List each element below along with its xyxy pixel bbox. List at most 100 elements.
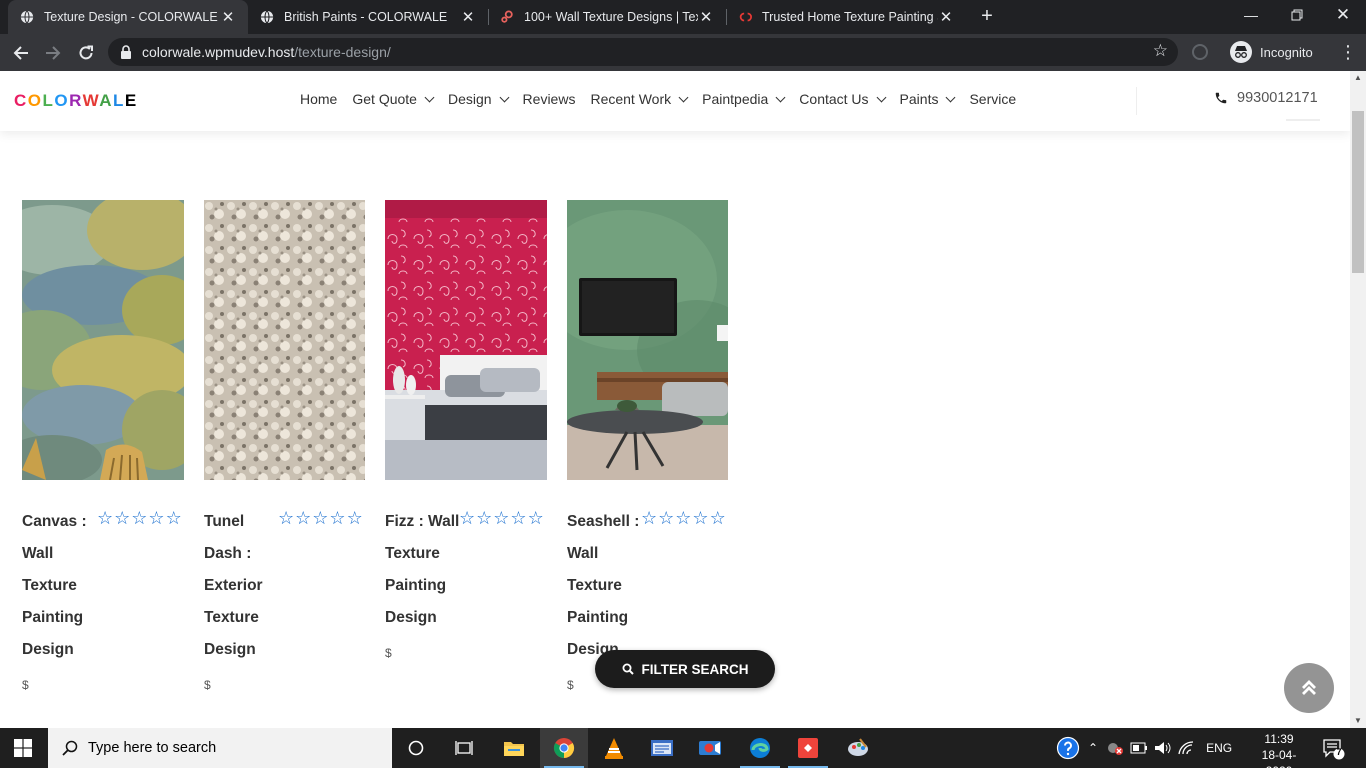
site-logo[interactable]: COLORWALE	[14, 91, 138, 111]
tab-british-paints[interactable]: British Paints - COLORWALE ✕	[248, 0, 488, 34]
file-explorer-button[interactable]	[490, 728, 538, 768]
nav-reviews[interactable]: Reviews	[523, 91, 576, 107]
nav-paintpedia[interactable]: Paintpedia	[702, 91, 786, 107]
back-arrow-icon	[13, 46, 28, 60]
incognito-indicator[interactable]: Incognito	[1230, 39, 1313, 65]
browser-menu-icon[interactable]: ⋮	[1339, 40, 1357, 64]
main-navigation: Home Get Quote Design Reviews Recent Wor…	[300, 91, 1031, 107]
new-tab-button[interactable]: +	[976, 6, 998, 28]
wifi-icon[interactable]	[1178, 741, 1196, 755]
anydesk-taskbar-button[interactable]	[784, 728, 832, 768]
product-image[interactable]	[22, 200, 184, 480]
taskbar-clock[interactable]: 11:39 18-04-2020	[1252, 731, 1306, 768]
product-card: Tunel Dash : Exterior Texture Design ☆ ☆ ☆…	[204, 200, 366, 692]
nav-design[interactable]: Design	[448, 91, 509, 107]
taskbar-search-box[interactable]: Type here to search	[48, 728, 392, 768]
forward-button[interactable]	[40, 40, 66, 66]
help-icon[interactable]	[1056, 736, 1080, 760]
star-icon: ☆	[114, 508, 131, 528]
close-icon[interactable]: ✕	[698, 8, 714, 26]
battery-icon[interactable]	[1130, 742, 1148, 754]
globe-icon	[260, 10, 274, 24]
nav-service[interactable]: Service	[969, 91, 1016, 107]
star-icon: ☆	[641, 508, 658, 528]
paint-taskbar-button[interactable]	[834, 728, 882, 768]
restore-icon	[1291, 9, 1303, 21]
nav-recent-work[interactable]: Recent Work	[590, 91, 689, 107]
video-camera-icon	[699, 741, 721, 755]
title-line: Texture	[204, 609, 259, 626]
filter-search-button[interactable]: FILTER SEARCH	[595, 650, 775, 688]
chrome-icon	[553, 738, 575, 759]
extension-icon[interactable]	[1192, 44, 1208, 60]
star-icon: ☆	[346, 508, 363, 528]
windows-start-icon[interactable]	[14, 739, 32, 757]
tab-texture-design[interactable]: Texture Design - COLORWALE ✕	[8, 0, 248, 34]
edge-taskbar-button[interactable]	[736, 728, 784, 768]
search-icon	[622, 663, 634, 675]
product-title[interactable]: Seashell : Wall Texture Painting Design	[567, 506, 639, 666]
bookmark-star-icon[interactable]: ☆	[1153, 41, 1168, 61]
phone-icon	[1215, 92, 1227, 104]
phone-link[interactable]: 9930012171	[1214, 90, 1318, 106]
nav-paints[interactable]: Paints	[900, 91, 956, 107]
page-scrollbar[interactable]: ▲ ▼	[1350, 71, 1366, 728]
nav-contact-us[interactable]: Contact Us	[799, 91, 886, 107]
star-rating: ☆ ☆ ☆ ☆ ☆	[641, 508, 727, 528]
volume-icon[interactable]	[1154, 741, 1172, 755]
title-line: Painting	[22, 609, 84, 626]
url-text: colorwale.wpmudev.host/texture-design/	[142, 44, 391, 60]
nav-get-quote[interactable]: Get Quote	[352, 91, 435, 107]
scrollbar-thumb[interactable]	[1352, 111, 1364, 273]
vlc-taskbar-button[interactable]	[590, 728, 638, 768]
action-center-button[interactable]: 7	[1322, 738, 1346, 765]
nav-home[interactable]: Home	[300, 91, 337, 107]
title-line: Seashell :	[567, 513, 640, 530]
tab-trusted-home-texture[interactable]: Trusted Home Texture Painting Se ✕	[726, 0, 966, 34]
star-icon: ☆	[131, 508, 148, 528]
product-card: Seashell : Wall Texture Painting Design …	[567, 200, 729, 692]
star-icon: ☆	[312, 508, 329, 528]
scroll-up-arrow-icon[interactable]: ▲	[1350, 71, 1366, 85]
reload-button[interactable]	[73, 40, 99, 66]
scroll-down-arrow-icon[interactable]: ▼	[1350, 714, 1366, 728]
close-icon[interactable]: ✕	[938, 8, 954, 26]
product-image[interactable]	[385, 200, 547, 480]
restore-button[interactable]	[1274, 0, 1320, 30]
logo-letter: O	[54, 91, 70, 110]
back-button[interactable]	[8, 40, 34, 66]
product-title[interactable]: Fizz : Wall Texture Painting Design	[385, 506, 459, 634]
video-app-taskbar-button[interactable]	[686, 728, 734, 768]
app-window-taskbar-button[interactable]	[638, 728, 686, 768]
star-icon: ☆	[165, 508, 182, 528]
search-icon	[62, 740, 78, 756]
product-image[interactable]	[567, 200, 729, 480]
star-icon: ☆	[675, 508, 692, 528]
tunel-dash-texture-image	[204, 200, 365, 480]
anydesk-icon	[798, 738, 818, 758]
browser-toolbar: colorwale.wpmudev.host/texture-design/ ☆…	[0, 34, 1366, 71]
close-window-button[interactable]: ✕	[1320, 0, 1366, 30]
minimize-button[interactable]: —	[1228, 0, 1274, 30]
chrome-taskbar-button[interactable]	[540, 728, 588, 768]
address-bar[interactable]: colorwale.wpmudev.host/texture-design/ ☆	[108, 38, 1178, 66]
star-icon: ☆	[459, 508, 476, 528]
close-icon[interactable]: ✕	[460, 8, 476, 26]
clock-time: 11:39	[1264, 732, 1294, 746]
star-icon: ☆	[97, 508, 114, 528]
tab-title: Texture Design - COLORWALE	[44, 10, 218, 24]
task-view-button[interactable]	[440, 728, 488, 768]
nav-label: Reviews	[522, 91, 576, 107]
tray-overflow-chevron-icon[interactable]: ⌃	[1088, 741, 1098, 755]
product-title[interactable]: Canvas : Wall Texture Painting Design	[22, 506, 87, 666]
tab-wall-texture-designs[interactable]: 100+ Wall Texture Designs | Textu ✕	[488, 0, 726, 34]
tab-title: 100+ Wall Texture Designs | Textu	[524, 10, 698, 24]
product-image[interactable]	[204, 200, 366, 480]
cortana-button[interactable]	[392, 728, 440, 768]
product-title[interactable]: Tunel Dash : Exterior Texture Design	[204, 506, 263, 666]
tray-app-icon[interactable]	[1106, 740, 1124, 756]
forward-arrow-icon	[46, 46, 61, 60]
language-indicator[interactable]: ENG	[1206, 741, 1232, 755]
scroll-to-top-button[interactable]	[1284, 663, 1334, 713]
close-icon[interactable]: ✕	[220, 8, 236, 26]
